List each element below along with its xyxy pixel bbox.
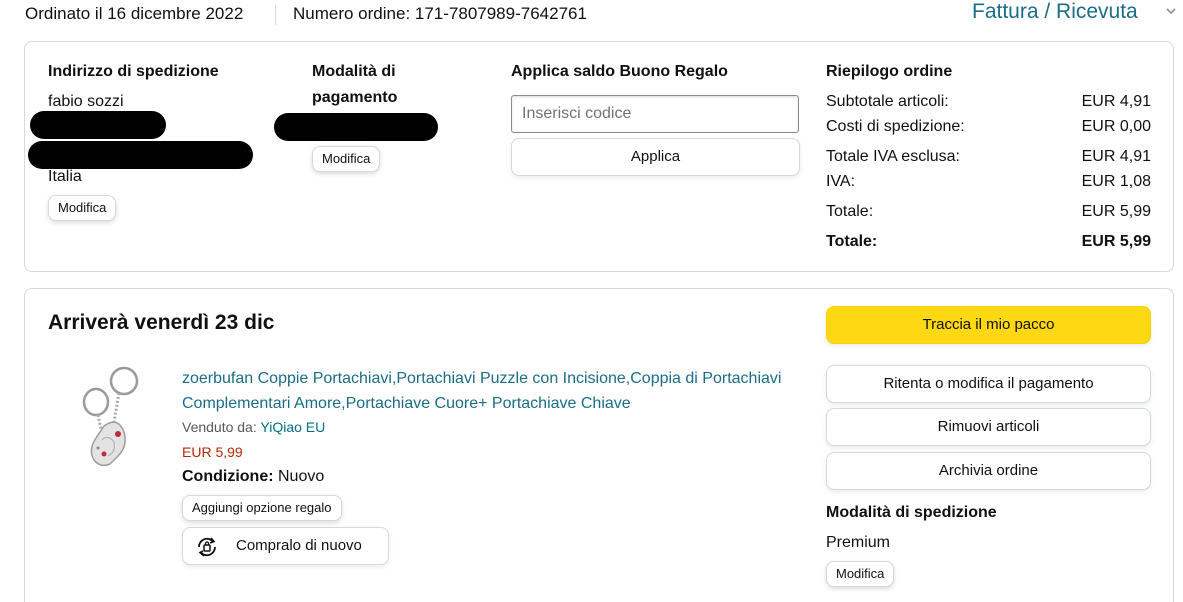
summary-row: Totale: EUR 5,99	[826, 203, 1151, 225]
summary-value: EUR 0,00	[1081, 118, 1151, 135]
summary-value: EUR 5,99	[1081, 203, 1151, 220]
buy-again-icon	[198, 537, 216, 557]
invoice-link[interactable]: Fattura / Ricevuta	[972, 0, 1176, 24]
summary-value: EUR 4,91	[1081, 93, 1151, 110]
apply-gift-label: Applica	[630, 148, 681, 165]
product-price: EUR 5,99	[182, 444, 243, 460]
summary-label: Costi di spedizione:	[826, 118, 965, 135]
summary-value: EUR 5,99	[1081, 233, 1151, 250]
buy-again-button[interactable]: Compralo di nuovo	[182, 527, 389, 565]
chevron-down-icon	[1166, 8, 1176, 15]
sold-by-label: Venduto da:	[182, 419, 257, 435]
summary-value: EUR 1,08	[1081, 173, 1151, 190]
summary-label: IVA:	[826, 173, 856, 190]
edit-payment-button[interactable]: Modifica	[312, 146, 381, 172]
shipping-country: Italia	[48, 168, 82, 185]
order-summary-title: Riepilogo ordine	[826, 63, 953, 80]
delivery-method-value: Premium	[826, 534, 891, 551]
order-number: Numero ordine: 171-7807989-7642761	[293, 4, 587, 23]
archive-order-label: Archivia ordine	[938, 462, 1039, 479]
gift-card-title: Applica saldo Buono Regalo	[511, 63, 728, 80]
redacted-address-line-2	[28, 141, 253, 169]
seller-link[interactable]: YiQiao EU	[260, 419, 325, 435]
summary-label: Totale IVA esclusa:	[826, 148, 960, 165]
archive-order-button[interactable]: Archivia ordine	[826, 452, 1151, 490]
shipping-name: fabio sozzi	[48, 93, 124, 110]
summary-row: Totale IVA esclusa: EUR 4,91	[826, 148, 1151, 170]
summary-row: IVA: EUR 1,08	[826, 173, 1151, 195]
payment-title-line-2: pagamento	[312, 89, 398, 106]
retry-payment-button[interactable]: Ritenta o modifica il pagamento	[826, 365, 1151, 403]
retry-payment-label: Ritenta o modifica il pagamento	[883, 375, 1094, 392]
shipping-address-title: Indirizzo di spedizione	[48, 63, 219, 80]
buy-again-label: Compralo di nuovo	[236, 537, 362, 554]
edit-address-button[interactable]: Modifica	[48, 195, 117, 221]
summary-row: Subtotale articoli: EUR 4,91	[826, 93, 1151, 115]
header-divider	[275, 5, 276, 25]
invoice-link-label: Fattura / Ricevuta	[972, 0, 1138, 23]
delivery-method-title: Modalità di spedizione	[826, 504, 997, 521]
summary-label: Totale:	[826, 203, 874, 220]
gift-code-input[interactable]	[511, 95, 799, 133]
product-condition: Condizione: Nuovo	[182, 468, 324, 486]
remove-items-button[interactable]: Rimuovi articoli	[826, 408, 1151, 446]
order-header: Ordinato il 16 dicembre 2022 Numero ordi…	[0, 0, 1183, 30]
redacted-payment-method	[274, 113, 438, 141]
condition-label: Condizione:	[182, 468, 274, 485]
summary-value: EUR 4,91	[1081, 148, 1151, 165]
edit-delivery-method-button[interactable]: Modifica	[826, 561, 895, 587]
add-gift-option-button[interactable]: Aggiungi opzione regalo	[182, 495, 342, 521]
summary-row: Costi di spedizione: EUR 0,00	[826, 118, 1151, 140]
order-date: Ordinato il 16 dicembre 2022	[25, 4, 244, 23]
summary-grand-total-row: Totale: EUR 5,99	[826, 233, 1151, 255]
product-image[interactable]	[74, 364, 144, 478]
sold-by: Venduto da: YiQiao EU	[182, 419, 325, 435]
redacted-address-line-1	[30, 111, 166, 139]
track-package-button[interactable]: Traccia il mio pacco	[826, 306, 1151, 344]
arrival-date: Arriverà venerdì 23 dic	[48, 311, 275, 334]
remove-items-label: Rimuovi articoli	[937, 418, 1040, 435]
track-package-label: Traccia il mio pacco	[922, 316, 1055, 333]
condition-value: Nuovo	[278, 468, 325, 485]
payment-title-line-1: Modalità di	[312, 63, 396, 80]
summary-label: Subtotale articoli:	[826, 93, 949, 110]
summary-label: Totale:	[826, 233, 878, 250]
apply-gift-button[interactable]: Applica	[511, 138, 800, 176]
product-title-link[interactable]: zoerbufan Coppie Portachiavi,Portachiavi…	[182, 366, 782, 416]
